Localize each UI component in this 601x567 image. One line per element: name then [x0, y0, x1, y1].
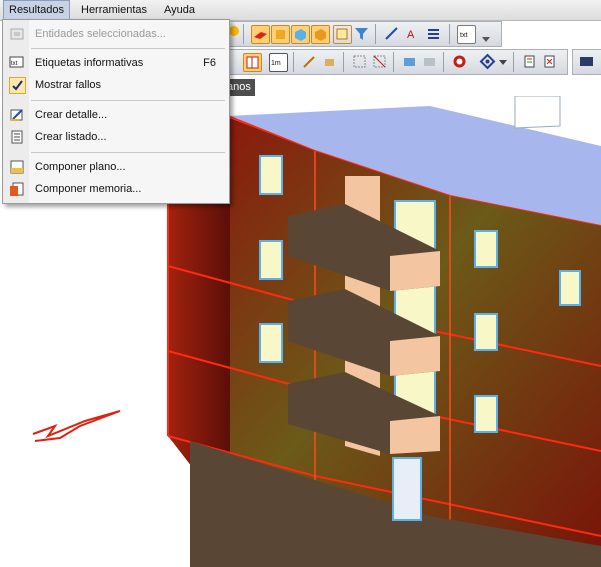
layers-icon[interactable]: [425, 25, 442, 42]
menu-item-label: Crear listado...: [35, 131, 107, 143]
menu-item-label: Crear detalle...: [35, 109, 108, 121]
toolbar-separator: [293, 52, 294, 72]
menu-item-crear-detalle[interactable]: Crear detalle...: [4, 105, 226, 125]
entrance-door: [392, 457, 422, 521]
toolbar-right: [572, 49, 601, 75]
pencil-icon[interactable]: [383, 25, 400, 42]
menu-item-componer-memoria[interactable]: Componer memoria...: [4, 179, 226, 199]
solid-view-icon[interactable]: [311, 25, 330, 44]
toolbar-separator: [243, 24, 244, 44]
menubar: Resultados Herramientas Ayuda: [0, 0, 601, 21]
box-view-icon[interactable]: [271, 25, 290, 44]
window: [259, 323, 283, 363]
menu-separator: [31, 152, 225, 153]
roof-structure: [514, 96, 561, 129]
checkmark-icon: [9, 77, 26, 94]
menu-separator: [31, 48, 225, 49]
menu-separator: [31, 100, 225, 101]
resultados-menu: Entidades seleccionadas... txt Etiquetas…: [2, 19, 230, 204]
menu-ayuda[interactable]: Ayuda: [159, 0, 200, 20]
toolbar-separator: [393, 52, 394, 72]
toolbar-separator: [513, 52, 514, 72]
select-window-icon[interactable]: [351, 53, 368, 70]
svg-text:1m: 1m: [271, 60, 281, 67]
menu-item-label: Componer plano...: [35, 161, 126, 173]
magnet-icon[interactable]: [451, 53, 468, 70]
menu-item-componer-plano[interactable]: Componer plano...: [4, 157, 226, 177]
frame-icon[interactable]: [333, 25, 352, 44]
svg-text:txt: txt: [11, 61, 18, 67]
selected-entities-icon: [9, 26, 25, 42]
compose-report-icon: [9, 181, 25, 197]
toolbar-separator: [449, 24, 450, 44]
edit-icon[interactable]: [301, 53, 318, 70]
north-arrow-icon: [32, 410, 121, 442]
toolbar-separator: [375, 24, 376, 44]
monitor-icon[interactable]: [578, 53, 595, 70]
toolbar-separator: [343, 52, 344, 72]
svg-text:A: A: [407, 29, 415, 41]
filter-icon[interactable]: [353, 25, 370, 42]
window: [474, 395, 498, 433]
cube-view-icon[interactable]: [291, 25, 310, 44]
window: [474, 230, 498, 268]
text-annotation-icon[interactable]: A: [403, 25, 420, 42]
detail-icon: [9, 107, 25, 123]
balcony-1-front: [390, 251, 440, 291]
menu-item-entidades[interactable]: Entidades seleccionadas...: [4, 24, 226, 44]
snap-dropdown-icon[interactable]: [499, 57, 507, 65]
window: [259, 155, 283, 195]
menu-item-crear-listado[interactable]: Crear listado...: [4, 127, 226, 147]
window: [474, 313, 498, 351]
scale-label-icon[interactable]: 1m: [269, 53, 288, 72]
window: [559, 270, 581, 306]
grid-view-icon[interactable]: [243, 53, 262, 72]
balcony-3-front: [390, 416, 440, 454]
compose-plan-icon: [9, 159, 25, 175]
balcony-2-front: [390, 336, 440, 376]
menu-item-label: Mostrar fallos: [35, 79, 102, 91]
floor-view-icon[interactable]: [251, 25, 270, 44]
text-info-icon[interactable]: txt: [457, 25, 476, 44]
toolbar-visualization: A txt: [228, 21, 502, 47]
snap-icon[interactable]: [479, 53, 496, 70]
menu-item-label: Componer memoria...: [35, 183, 142, 195]
sun-icon[interactable]: [229, 26, 239, 36]
toolbar-overflow-icon[interactable]: [481, 34, 491, 44]
deselect-icon[interactable]: [371, 53, 388, 70]
toolbar-separator: [443, 52, 444, 72]
model-grid-icon[interactable]: [421, 53, 438, 70]
menu-item-mostrar-fallos[interactable]: Mostrar fallos: [4, 75, 226, 95]
menu-herramientas[interactable]: Herramientas: [76, 0, 152, 20]
check-list-icon[interactable]: [521, 53, 538, 70]
svg-text:txt: txt: [460, 32, 467, 39]
menu-item-label: Etiquetas informativas: [35, 57, 144, 69]
brush-icon[interactable]: [321, 53, 338, 70]
window: [259, 240, 283, 280]
model-icon[interactable]: [401, 53, 418, 70]
toolbar-tools: 1m: [228, 49, 568, 75]
error-list-icon[interactable]: [541, 53, 558, 70]
list-icon: [9, 129, 25, 145]
menu-resultados[interactable]: Resultados: [3, 0, 71, 20]
menu-item-shortcut: F6: [203, 57, 216, 69]
info-labels-icon: txt: [9, 55, 25, 71]
menu-item-etiquetas[interactable]: txt Etiquetas informativas F6: [4, 53, 226, 73]
menu-item-label: Entidades seleccionadas...: [35, 28, 166, 40]
